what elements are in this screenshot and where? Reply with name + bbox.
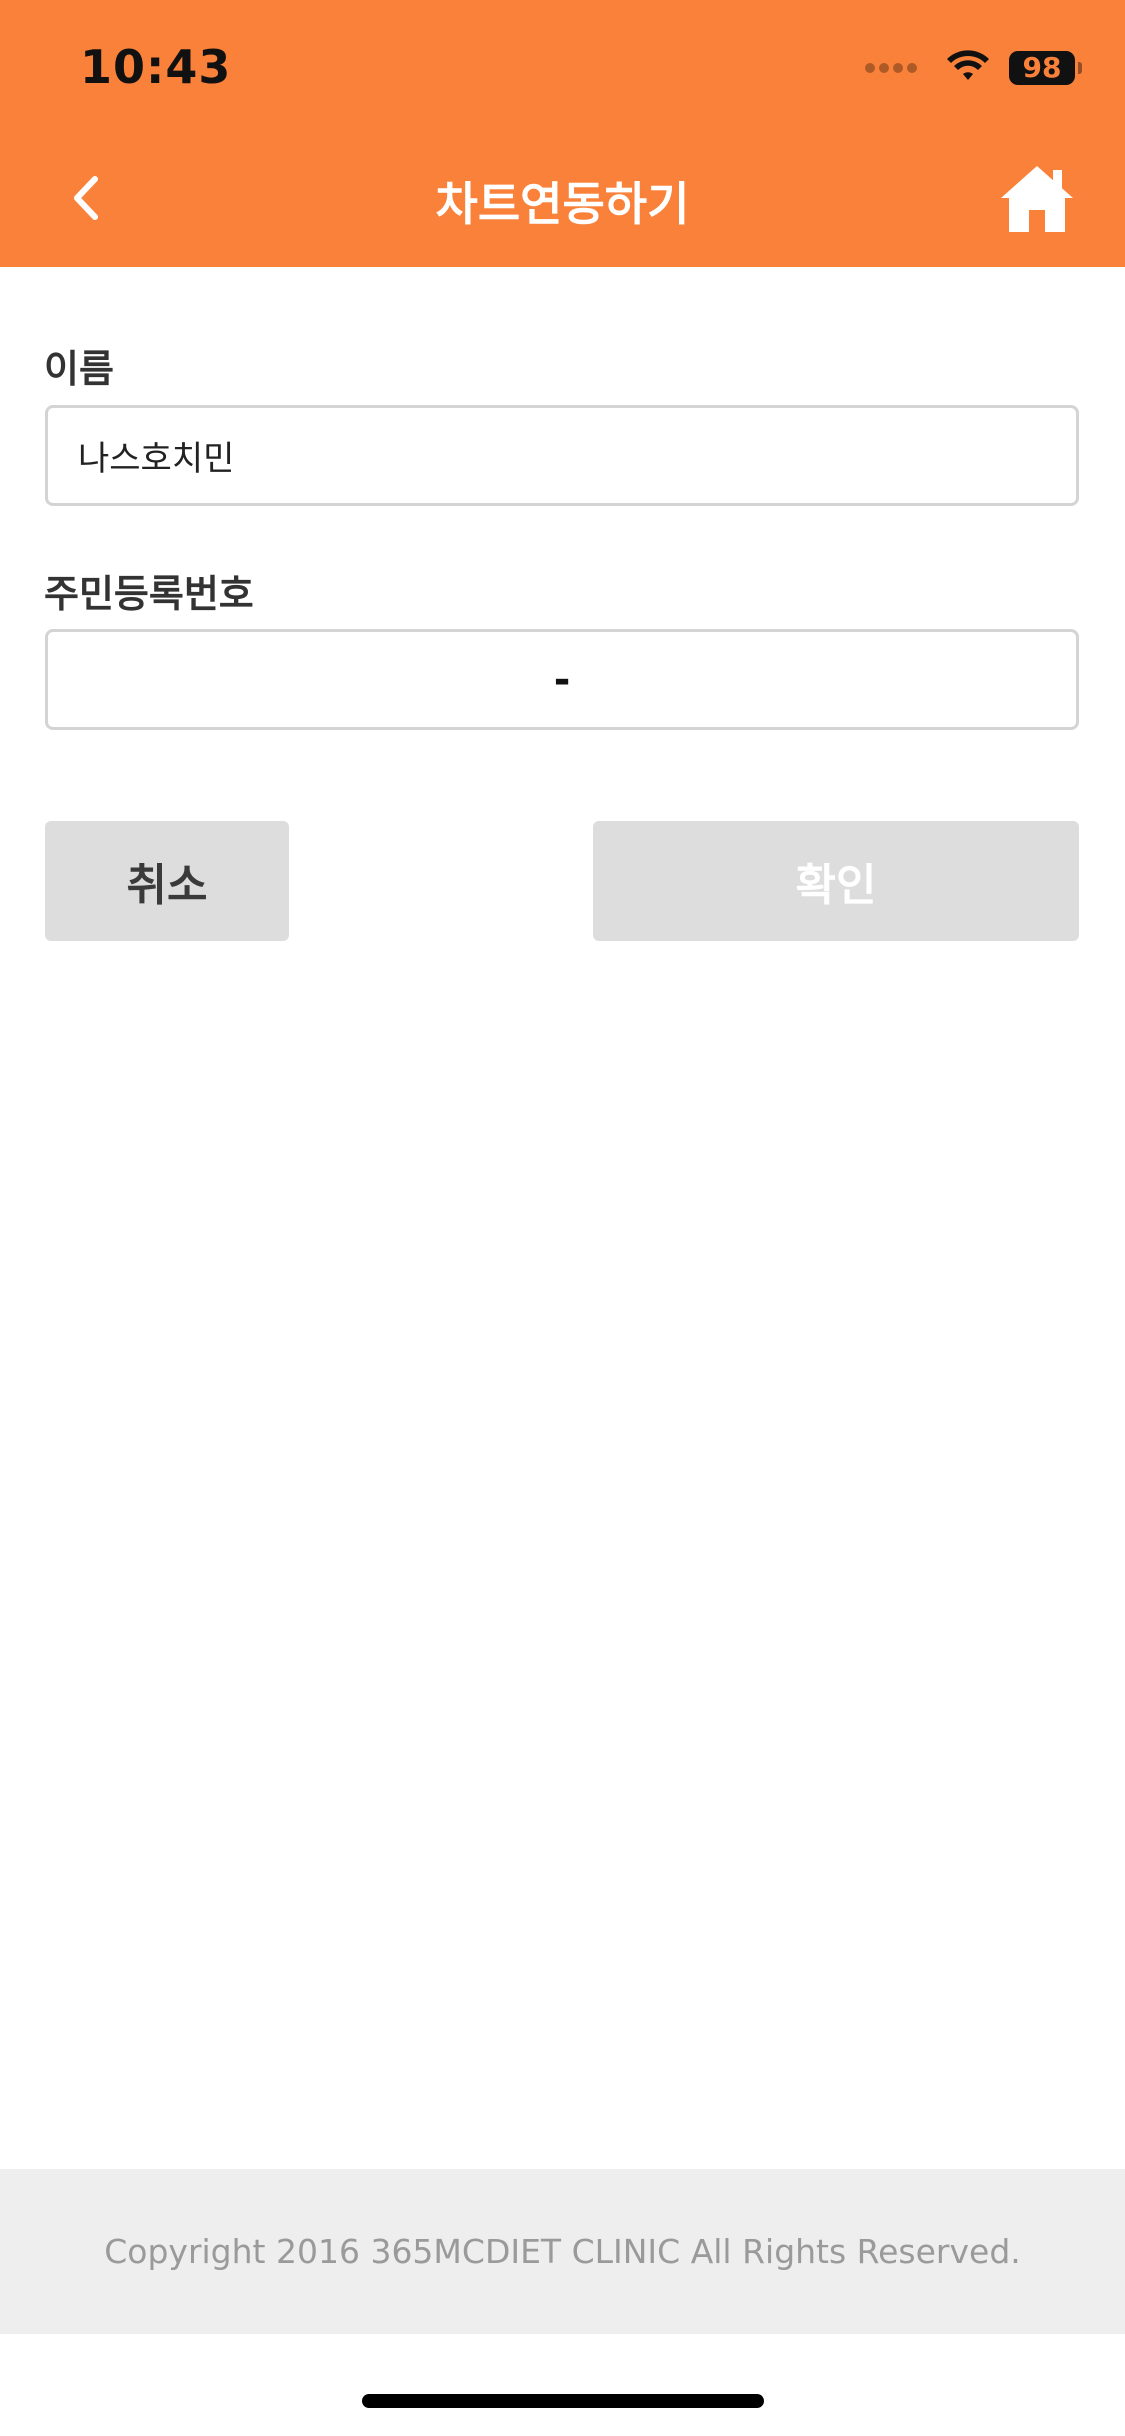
confirm-button[interactable]: 확인 — [593, 821, 1079, 941]
battery-icon: 98 — [1009, 51, 1082, 85]
header-bar: 10:43 98 차트연동하기 — [0, 0, 1125, 267]
home-button[interactable] — [997, 162, 1077, 236]
cancel-button[interactable]: 취소 — [45, 821, 289, 941]
status-icons: 98 — [865, 46, 1082, 90]
ssn-field: - — [45, 629, 1079, 730]
name-input[interactable] — [45, 405, 1079, 506]
name-label: 이름 — [44, 347, 114, 391]
ssn-front-input[interactable] — [131, 639, 532, 720]
home-indicator[interactable] — [362, 2394, 764, 2408]
ssn-label: 주민등록번호 — [44, 572, 254, 616]
ssn-back-input[interactable] — [592, 639, 993, 720]
page-title: 차트연동하기 — [435, 177, 690, 231]
screen: 10:43 98 차트연동하기 이름 나스호치민 주민등록번호 - 취소 확인 … — [0, 0, 1125, 2436]
ssn-separator: - — [553, 656, 571, 703]
battery-level: 98 — [1022, 51, 1062, 84]
wifi-icon — [947, 50, 989, 80]
footer: Copyright 2016 365MCDIET CLINIC All Righ… — [0, 2169, 1125, 2334]
copyright-text: Copyright 2016 365MCDIET CLINIC All Righ… — [104, 2232, 1021, 2271]
signal-dots-icon — [865, 63, 921, 73]
status-time: 10:43 — [80, 40, 232, 94]
home-icon — [1001, 166, 1073, 232]
